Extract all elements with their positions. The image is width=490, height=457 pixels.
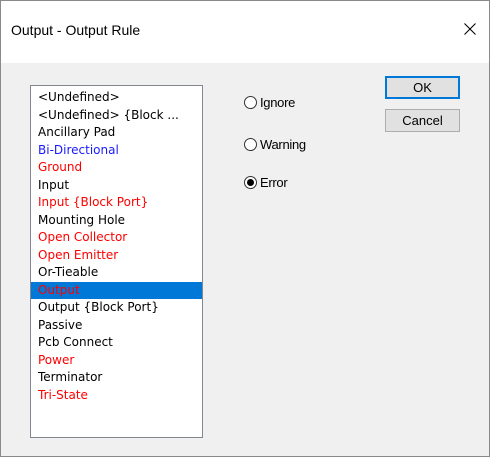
output-rule-dialog: Output - Output Rule <Undefined> <Undefin… xyxy=(0,0,490,457)
cancel-button[interactable]: Cancel xyxy=(385,109,460,132)
radio-ignore-circle[interactable] xyxy=(244,96,257,109)
list-item[interactable]: Input {Block Port} xyxy=(31,194,202,212)
list-item[interactable]: Pcb Connect xyxy=(31,334,202,352)
list-item[interactable]: Open Emitter xyxy=(31,247,202,265)
list-item[interactable]: <Undefined> xyxy=(31,89,202,107)
list-item[interactable]: Output {Block Port} xyxy=(31,299,202,317)
radio-selected-dot xyxy=(247,179,254,186)
list-item[interactable]: <Undefined> {Block ... xyxy=(31,107,202,125)
list-item[interactable]: Power xyxy=(31,352,202,370)
dialog-title: Output - Output Rule xyxy=(11,22,141,38)
radio-error-circle[interactable] xyxy=(244,176,257,189)
close-button[interactable] xyxy=(455,14,485,44)
pin-type-listbox[interactable]: <Undefined> <Undefined> {Block ... Ancilla… xyxy=(30,85,203,438)
title-bar: Output - Output Rule xyxy=(1,1,489,63)
radio-error[interactable]: Error xyxy=(244,175,288,190)
radio-ignore[interactable]: Ignore xyxy=(244,95,295,110)
ok-button[interactable]: OK xyxy=(385,76,460,99)
radio-warning[interactable]: Warning xyxy=(244,137,306,152)
radio-ignore-label: Ignore xyxy=(260,95,296,110)
radio-warning-circle[interactable] xyxy=(244,138,257,151)
list-item[interactable]: Output xyxy=(31,281,202,299)
close-icon xyxy=(464,23,476,35)
radio-warning-label: Warning xyxy=(260,137,306,152)
list-item[interactable]: Ancillary Pad xyxy=(31,124,202,142)
list-item[interactable]: Open Collector xyxy=(31,229,202,247)
list-item[interactable]: Tri-State xyxy=(31,387,202,405)
list-item[interactable]: Terminator xyxy=(31,369,202,387)
radio-error-label: Error xyxy=(260,175,288,190)
list-item[interactable]: Bi-Directional xyxy=(31,142,202,160)
list-item[interactable]: Passive xyxy=(31,317,202,335)
list-item[interactable]: Input xyxy=(31,177,202,195)
list-item[interactable]: Or-Tieable xyxy=(31,264,202,282)
list-item[interactable]: Ground xyxy=(31,159,202,177)
list-item[interactable]: Mounting Hole xyxy=(31,212,202,230)
